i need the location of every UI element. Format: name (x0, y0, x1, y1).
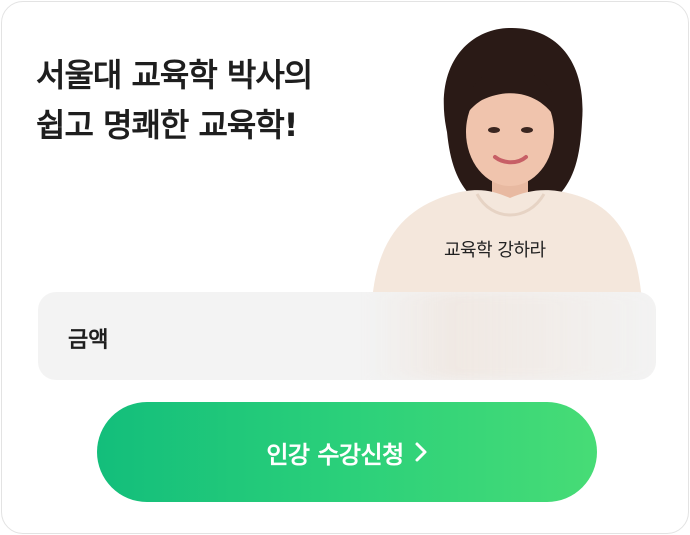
price-label: 금액 (68, 328, 109, 353)
instructor-caption: 교육학 강하라 (444, 240, 546, 261)
chevron-right-icon (414, 441, 428, 463)
enroll-button[interactable]: 인강 수강신청 (97, 402, 597, 502)
enroll-button-label: 인강 수강신청 (266, 440, 404, 469)
price-row: 금액 (38, 292, 656, 380)
price-value-blurred (368, 292, 656, 380)
course-card: 서울대 교육학 박사의 쉽고 명쾌한 교육학! 교육학 강하라 금액 인강 수강… (1, 1, 689, 534)
